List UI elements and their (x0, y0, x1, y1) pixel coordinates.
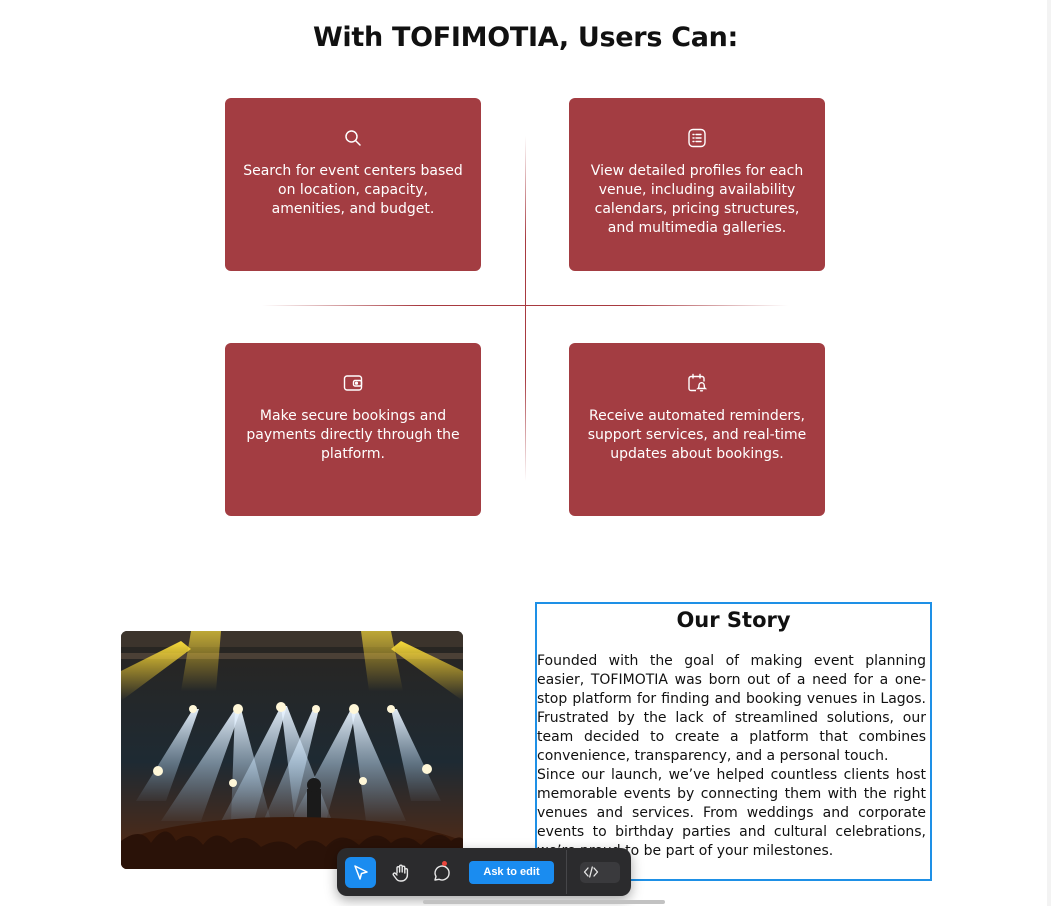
wallet-icon (343, 375, 363, 391)
feature-card-reminders: Receive automated reminders, support ser… (569, 343, 825, 516)
grid-divider-horizontal (262, 305, 788, 306)
ask-to-edit-button[interactable]: Ask to edit (469, 861, 554, 884)
concert-illustration (121, 631, 463, 869)
feature-card-profiles: View detailed profiles for each venue, i… (569, 98, 825, 271)
code-view-toggle[interactable] (580, 862, 620, 883)
feature-card-search: Search for event centers based on locati… (225, 98, 481, 271)
grid-divider-vertical (525, 136, 526, 481)
select-tool-button[interactable] (345, 857, 376, 888)
story-body: Founded with the goal of making event pl… (537, 652, 930, 861)
feature-text: Receive automated reminders, support ser… (587, 408, 807, 462)
vertical-scrollbar-track[interactable] (1047, 0, 1051, 906)
feature-card-bookings: Make secure bookings and payments direct… (225, 343, 481, 516)
story-title: Our Story (676, 608, 791, 632)
hand-tool-button[interactable] (385, 857, 416, 888)
calendar-bell-icon (688, 373, 707, 392)
hand-tool-icon (392, 864, 408, 882)
comment-tool-button[interactable] (425, 857, 456, 888)
horizontal-scrollbar[interactable] (423, 900, 665, 904)
comment-tool-icon (433, 864, 450, 881)
feature-text: Make secure bookings and payments direct… (246, 408, 460, 462)
list-details-icon (688, 128, 706, 148)
story-paragraph: Since our launch, we’ve helped countless… (537, 767, 926, 859)
feature-text: Search for event centers based on locati… (243, 163, 463, 217)
story-paragraph: Founded with the goal of making event pl… (537, 653, 926, 764)
feature-grid: Search for event centers based on locati… (0, 0, 1051, 530)
editor-toolbar: Ask to edit (337, 848, 631, 896)
search-icon (345, 130, 361, 146)
concert-photo (121, 631, 463, 869)
notification-dot (442, 861, 447, 866)
select-tool-icon (353, 864, 368, 880)
toolbar-separator (566, 850, 567, 894)
code-view-icon (583, 866, 599, 878)
feature-text: View detailed profiles for each venue, i… (590, 163, 804, 236)
our-story-section[interactable]: Our Story Founded with the goal of makin… (535, 602, 932, 881)
